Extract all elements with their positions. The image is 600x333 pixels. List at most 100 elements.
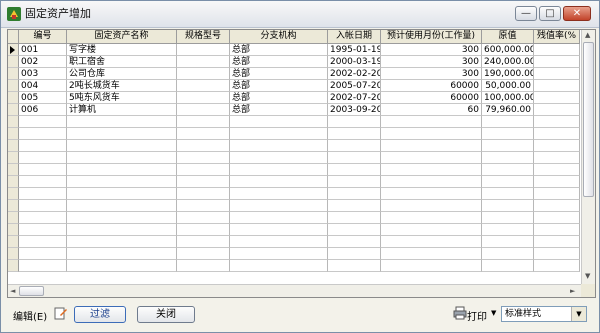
table-row[interactable] xyxy=(8,236,580,248)
cell-branch[interactable] xyxy=(230,176,328,188)
col-header-name[interactable]: 固定资产名称 xyxy=(67,30,177,43)
row-indicator[interactable] xyxy=(8,224,19,236)
cell-value[interactable] xyxy=(482,116,534,128)
cell-branch[interactable]: 总部 xyxy=(230,44,328,56)
cell-months[interactable] xyxy=(381,128,482,140)
close-window-button[interactable]: ✕ xyxy=(563,6,591,21)
cell-code[interactable] xyxy=(19,116,67,128)
scroll-left-icon[interactable]: ◄ xyxy=(10,287,15,295)
table-row[interactable] xyxy=(8,224,580,236)
row-indicator[interactable] xyxy=(8,176,19,188)
maximize-button[interactable]: □ xyxy=(539,6,561,21)
cell-date[interactable] xyxy=(328,236,381,248)
cell-months[interactable]: 60000 xyxy=(381,80,482,92)
cell-name[interactable]: 计算机 xyxy=(67,104,177,116)
cell-model[interactable] xyxy=(177,92,230,104)
cell-branch[interactable]: 总部 xyxy=(230,68,328,80)
cell-model[interactable] xyxy=(177,188,230,200)
cell-branch[interactable] xyxy=(230,188,328,200)
cell-model[interactable] xyxy=(177,104,230,116)
cell-residual[interactable] xyxy=(534,164,580,176)
table-row[interactable] xyxy=(8,152,580,164)
cell-months[interactable] xyxy=(381,188,482,200)
edit-icon[interactable] xyxy=(54,306,68,320)
table-row[interactable] xyxy=(8,248,580,260)
col-header-value[interactable]: 原值 xyxy=(482,30,534,43)
col-header-residual[interactable]: 残值率(% xyxy=(534,30,580,43)
cell-residual[interactable] xyxy=(534,236,580,248)
row-indicator[interactable] xyxy=(8,56,19,68)
row-indicator[interactable] xyxy=(8,140,19,152)
scroll-up-icon[interactable]: ▲ xyxy=(585,31,590,39)
table-row[interactable] xyxy=(8,116,580,128)
table-row[interactable] xyxy=(8,200,580,212)
cell-date[interactable]: 2005-07-20 xyxy=(328,80,381,92)
cell-name[interactable] xyxy=(67,164,177,176)
cell-residual[interactable] xyxy=(534,224,580,236)
cell-code[interactable] xyxy=(19,200,67,212)
cell-value[interactable] xyxy=(482,188,534,200)
cell-model[interactable] xyxy=(177,236,230,248)
cell-months[interactable]: 60000 xyxy=(381,92,482,104)
cell-model[interactable] xyxy=(177,140,230,152)
cell-value[interactable]: 240,000.00 xyxy=(482,56,534,68)
table-row[interactable] xyxy=(8,260,580,272)
cell-model[interactable] xyxy=(177,56,230,68)
cell-date[interactable] xyxy=(328,200,381,212)
row-indicator[interactable] xyxy=(8,92,19,104)
cell-value[interactable] xyxy=(482,224,534,236)
cell-code[interactable] xyxy=(19,248,67,260)
row-indicator[interactable] xyxy=(8,200,19,212)
cell-months[interactable] xyxy=(381,236,482,248)
cell-name[interactable] xyxy=(67,224,177,236)
cell-date[interactable] xyxy=(328,248,381,260)
col-header-code[interactable]: 编号 xyxy=(19,30,67,43)
row-indicator[interactable] xyxy=(8,248,19,260)
select-arrow-icon[interactable]: ▼ xyxy=(571,307,586,321)
cell-residual[interactable] xyxy=(534,140,580,152)
cell-value[interactable] xyxy=(482,248,534,260)
cell-name[interactable] xyxy=(67,176,177,188)
cell-name[interactable] xyxy=(67,236,177,248)
cell-branch[interactable] xyxy=(230,140,328,152)
cell-date[interactable] xyxy=(328,128,381,140)
cell-branch[interactable] xyxy=(230,212,328,224)
cell-code[interactable] xyxy=(19,152,67,164)
cell-residual[interactable] xyxy=(534,248,580,260)
table-row[interactable] xyxy=(8,212,580,224)
cell-model[interactable] xyxy=(177,44,230,56)
cell-value[interactable]: 79,960.00 xyxy=(482,104,534,116)
style-select[interactable]: 标准样式 ▼ xyxy=(501,306,587,322)
cell-value[interactable]: 600,000.00 xyxy=(482,44,534,56)
cell-residual[interactable] xyxy=(534,176,580,188)
cell-code[interactable] xyxy=(19,176,67,188)
minimize-button[interactable]: — xyxy=(515,6,537,21)
printer-icon[interactable] xyxy=(453,306,467,320)
cell-months[interactable] xyxy=(381,248,482,260)
horizontal-scrollbar[interactable]: ◄ ► xyxy=(8,284,581,297)
row-indicator[interactable] xyxy=(8,128,19,140)
cell-date[interactable] xyxy=(328,176,381,188)
col-header-model[interactable]: 规格型号 xyxy=(177,30,230,43)
table-row[interactable] xyxy=(8,128,580,140)
cell-code[interactable]: 001 xyxy=(19,44,67,56)
cell-months[interactable] xyxy=(381,116,482,128)
cell-months[interactable] xyxy=(381,152,482,164)
cell-date[interactable] xyxy=(328,260,381,272)
cell-date[interactable]: 1995-01-19 xyxy=(328,44,381,56)
cell-name[interactable] xyxy=(67,260,177,272)
cell-branch[interactable] xyxy=(230,260,328,272)
cell-name[interactable] xyxy=(67,248,177,260)
cell-model[interactable] xyxy=(177,80,230,92)
cell-code[interactable]: 004 xyxy=(19,80,67,92)
cell-date[interactable] xyxy=(328,152,381,164)
cell-residual[interactable] xyxy=(534,260,580,272)
cell-value[interactable]: 50,000.00 xyxy=(482,80,534,92)
cell-date[interactable] xyxy=(328,140,381,152)
cell-months[interactable] xyxy=(381,176,482,188)
close-button[interactable]: 关闭 xyxy=(137,306,195,323)
cell-residual[interactable] xyxy=(534,104,580,116)
cell-name[interactable] xyxy=(67,152,177,164)
cell-branch[interactable] xyxy=(230,200,328,212)
table-row[interactable]: 002 职工宿舍 总部 2000-03-19 300 240,000.00 xyxy=(8,56,580,68)
